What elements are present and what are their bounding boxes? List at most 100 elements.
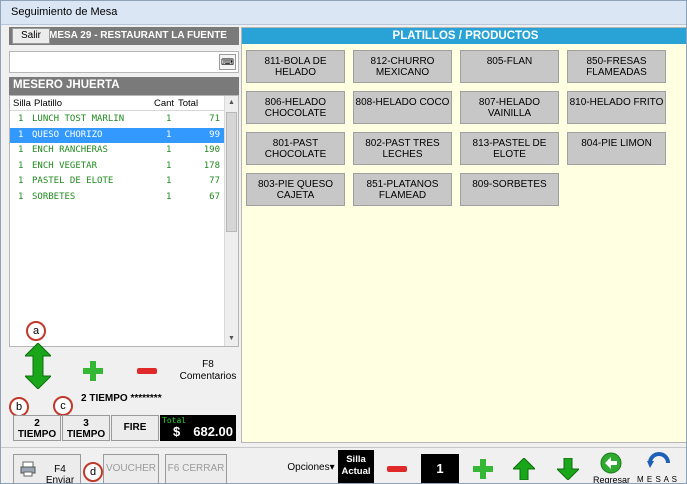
window-titlebar: Seguimiento de Mesa: [1, 1, 686, 25]
fire-button[interactable]: FIRE: [111, 415, 159, 441]
order-row[interactable]: 1 LUNCH TOST MARLIN 1 71: [10, 112, 224, 127]
row-total: 99: [209, 129, 220, 140]
row-qty: 1: [166, 191, 172, 202]
row-total: 178: [203, 160, 220, 171]
waiter-name: MESERO JHUERTA: [13, 79, 120, 91]
close-table-button[interactable]: F6 CERRAR: [165, 454, 227, 483]
voucher-button[interactable]: VOUCHER: [103, 454, 159, 483]
third-course-button[interactable]: 3 TIEMPO: [62, 415, 110, 441]
tables-label: M E S A S: [637, 475, 678, 484]
row-dish: LUNCH TOST MARLIN: [32, 114, 125, 124]
marker-b: b: [9, 397, 29, 417]
arrow-down-icon[interactable]: [557, 458, 579, 480]
options-dropdown[interactable]: Opciones▾: [285, 454, 337, 483]
col-platillo: Platillo: [34, 98, 62, 109]
row-qty: 1: [166, 160, 172, 171]
row-total: 190: [203, 145, 220, 155]
scroll-up-icon[interactable]: ▲: [225, 96, 238, 110]
back-arrow-icon: [600, 452, 622, 474]
options-label: Opciones: [287, 462, 330, 473]
chevron-down-icon: ▾: [329, 462, 335, 473]
col-total: Total: [178, 98, 199, 109]
product-button[interactable]: 850-FRESAS FLAMEADAS: [567, 50, 666, 83]
order-row[interactable]: 1 ENCH RANCHERAS 1 190: [10, 143, 224, 158]
row-seat: 1: [18, 160, 24, 171]
row-dish: SORBETES: [32, 191, 76, 202]
send-button[interactable]: F4 Enviar: [13, 454, 81, 484]
product-button[interactable]: 808-HELADO COCO: [353, 91, 452, 124]
order-list: Silla Platillo Cant Total 1 LUNCH TOST MA…: [9, 95, 239, 347]
back-label: Regresar: [593, 475, 631, 484]
col-silla: Silla: [13, 98, 31, 109]
product-button[interactable]: 805-FLAN: [460, 50, 559, 83]
seat-plus-icon[interactable]: [473, 459, 493, 479]
row-seat: 1: [18, 129, 24, 140]
main-window: Seguimiento de Mesa MESA 29 - RESTAURANT…: [0, 0, 687, 484]
product-button[interactable]: 813-PASTEL DE ELOTE: [460, 132, 559, 165]
product-button[interactable]: 812-CHURRO MEXICANO: [353, 50, 452, 83]
order-row[interactable]: 1 QUESO CHORIZO 1 99: [10, 127, 224, 143]
product-button[interactable]: 851-PLATANOS FLAMEAD: [353, 173, 452, 206]
total-value: 682.00: [193, 424, 233, 439]
products-header: PLATILLOS / PRODUCTOS: [242, 28, 686, 44]
product-button[interactable]: 811-BOLA DE HELADO: [246, 50, 345, 83]
table-header: MESA 29 - RESTAURANT LA FUENTE Salir: [9, 27, 239, 45]
product-button[interactable]: 807-HELADO VAINILLA: [460, 91, 559, 124]
product-button[interactable]: 806-HELADO CHOCOLATE: [246, 91, 345, 124]
add-icon[interactable]: [83, 361, 103, 381]
row-qty: 1: [166, 176, 172, 186]
row-seat: 1: [18, 176, 24, 186]
comments-button[interactable]: F8 Comentarios: [175, 359, 241, 383]
order-row[interactable]: 1 PASTEL DE ELOTE 1 77: [10, 174, 224, 189]
total-currency: $: [173, 424, 181, 439]
tables-icon: [647, 452, 670, 468]
col-cant: Cant: [154, 98, 175, 109]
marker-a: a: [26, 321, 46, 341]
order-row[interactable]: 1 ENCH VEGETAR 1 178: [10, 159, 224, 174]
product-button[interactable]: 803-PIE QUESO CAJETA: [246, 173, 345, 206]
product-button[interactable]: 809-SORBETES: [460, 173, 559, 206]
order-list-scrollbar[interactable]: ▲ ▼: [224, 96, 238, 346]
window-title: Seguimiento de Mesa: [11, 6, 118, 18]
row-dish: PASTEL DE ELOTE: [32, 176, 114, 186]
order-list-header: Silla Platillo Cant Total: [10, 96, 224, 111]
row-dish: ENCH RANCHERAS: [32, 145, 108, 155]
table-title: MESA 29 - RESTAURANT LA FUENTE: [49, 30, 227, 41]
send-label: F4 Enviar: [45, 464, 75, 484]
tables-button[interactable]: M E S A S: [635, 450, 683, 484]
order-total: Total $ 682.00: [160, 415, 236, 441]
second-course-button[interactable]: 2 TIEMPO: [13, 415, 61, 441]
arrow-up-icon[interactable]: [513, 458, 535, 480]
search-input[interactable]: ⌨: [9, 51, 239, 73]
order-controls: a F8 Comentarios b c 2 TIEMPO ******** 2…: [9, 321, 239, 451]
row-qty: 1: [166, 129, 172, 140]
products-pane: PLATILLOS / PRODUCTOS 811-BOLA DE HELADO…: [241, 27, 686, 443]
scroll-thumb[interactable]: [226, 112, 237, 232]
back-button[interactable]: Regresar: [591, 450, 631, 484]
printer-icon: [20, 461, 36, 477]
keyboard-icon[interactable]: ⌨: [219, 54, 236, 70]
row-total: 71: [209, 114, 220, 124]
remove-icon[interactable]: [137, 368, 157, 375]
row-total: 67: [209, 191, 220, 202]
row-seat: 1: [18, 114, 24, 124]
marker-c: c: [53, 396, 73, 416]
product-button[interactable]: 804-PIE LIMON: [567, 132, 666, 165]
product-button[interactable]: 802-PAST TRES LECHES: [353, 132, 452, 165]
row-qty: 1: [166, 114, 172, 124]
product-button[interactable]: 801-PAST CHOCOLATE: [246, 132, 345, 165]
move-updown-icon[interactable]: [25, 343, 51, 389]
product-button[interactable]: 810-HELADO FRITO: [567, 91, 666, 124]
marker-d: d: [83, 462, 103, 482]
action-bar: F4 Enviar d VOUCHER F6 CERRAR Opciones▾ …: [1, 447, 686, 484]
row-qty: 1: [166, 145, 172, 155]
row-dish: QUESO CHORIZO: [32, 129, 103, 140]
seat-minus-icon[interactable]: [387, 466, 407, 473]
salir-button[interactable]: Salir: [12, 28, 50, 44]
waiter-label: MESERO JHUERTA: [9, 77, 239, 95]
row-seat: 1: [18, 145, 24, 155]
seat-number: 1: [421, 454, 459, 483]
order-row[interactable]: 1 SORBETES 1 67: [10, 190, 224, 205]
course-status: 2 TIEMPO ********: [81, 393, 162, 404]
current-seat-label: Silla Actual: [338, 450, 374, 483]
